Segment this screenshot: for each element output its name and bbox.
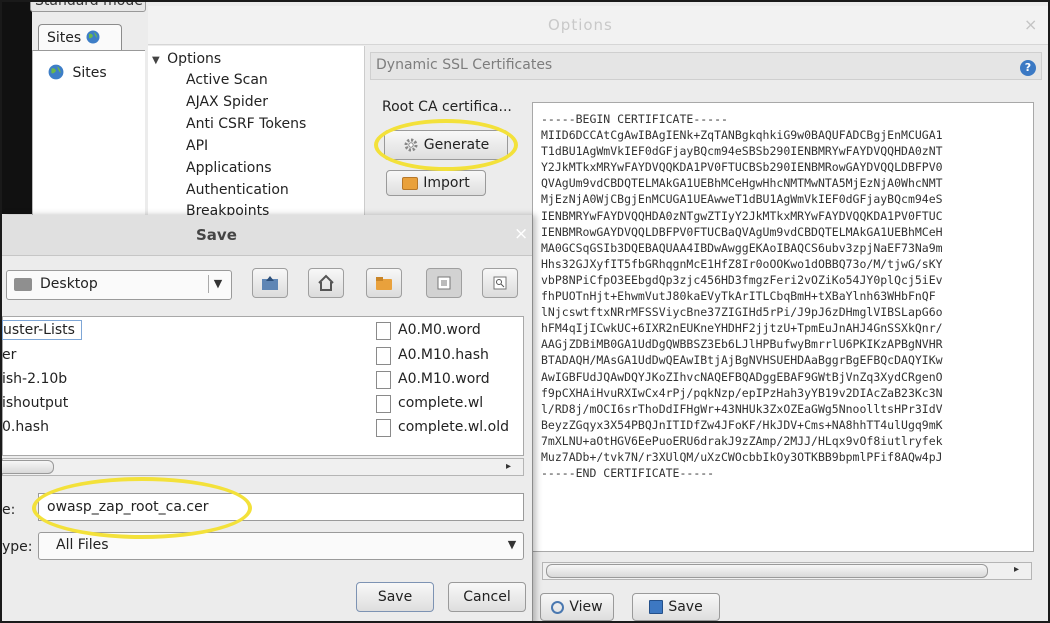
generate-label: Generate — [423, 137, 490, 153]
file-name-label: e: — [2, 502, 16, 518]
list-item[interactable]: complete.wl.old — [398, 419, 509, 435]
gear-icon — [404, 138, 418, 152]
chevron-down-icon[interactable]: ▼ — [208, 275, 227, 293]
details-view-icon — [493, 276, 507, 290]
file-icon — [376, 395, 391, 413]
list-view-icon — [437, 276, 451, 290]
left-edge-strip — [2, 2, 32, 214]
import-label: Import — [423, 175, 470, 191]
save-certificate-button[interactable]: Save — [632, 593, 720, 621]
home-button[interactable] — [308, 268, 344, 298]
tree-item-ajax-spider[interactable]: AJAX Spider — [186, 94, 268, 110]
floppy-disk-icon — [649, 600, 664, 614]
new-folder-icon — [376, 277, 392, 290]
home-icon — [318, 274, 334, 291]
scroll-right-arrow-icon[interactable]: ▸ — [1014, 564, 1019, 575]
tree-root-options[interactable]: ▼ Options — [152, 51, 221, 67]
import-button[interactable]: Import — [386, 170, 486, 196]
scroll-right-arrow-icon[interactable]: ▸ — [506, 461, 511, 472]
list-item[interactable]: A0.M0.word — [398, 322, 481, 338]
list-item[interactable]: uster-Lists — [2, 320, 82, 340]
certificate-scroll-thumb[interactable] — [546, 564, 988, 578]
save-certificate-label: Save — [668, 599, 703, 615]
import-icon — [402, 176, 419, 190]
tree-item-api[interactable]: API — [186, 138, 208, 154]
help-icon[interactable]: ? — [1020, 60, 1036, 76]
tree-item-applications[interactable]: Applications — [186, 160, 272, 176]
list-item[interactable]: er — [2, 347, 16, 363]
globe-icon — [86, 30, 100, 44]
generate-button[interactable]: Generate — [384, 130, 508, 160]
save-dialog-title-bar — [2, 215, 532, 256]
list-item[interactable]: A0.M10.hash — [398, 347, 489, 363]
file-icon — [376, 322, 391, 340]
list-item[interactable]: 0.hash — [2, 419, 49, 435]
list-item[interactable]: ish-2.10b — [2, 371, 67, 387]
file-name-input[interactable] — [38, 493, 524, 521]
window-frame: Standard mode Sites Sites Options × ▼ Op… — [0, 0, 1050, 623]
options-close-button[interactable]: × — [1024, 15, 1037, 34]
file-type-value: All Files — [56, 537, 109, 553]
list-item[interactable]: complete.wl — [398, 395, 483, 411]
tree-item-anti-csrf-tokens[interactable]: Anti CSRF Tokens — [186, 116, 306, 132]
certificate-text-area[interactable]: -----BEGIN CERTIFICATE----- MIID6DCCAtCg… — [532, 102, 1034, 552]
save-button-label: Save — [377, 589, 413, 605]
file-icon — [376, 347, 391, 365]
save-dialog-title: Save — [196, 226, 237, 244]
file-type-label: ype: — [2, 539, 33, 555]
panel-title: Dynamic SSL Certificates — [376, 57, 553, 73]
file-list-scroll-thumb[interactable] — [2, 460, 54, 474]
file-icon — [376, 371, 391, 389]
mode-select[interactable]: Standard mode — [30, 2, 146, 12]
magnifier-icon — [551, 600, 565, 614]
file-type-select[interactable] — [38, 532, 524, 560]
file-icon — [376, 419, 391, 437]
sites-tab-label: Sites — [47, 30, 82, 46]
globe-icon — [48, 64, 64, 80]
sites-tree-node[interactable]: Sites — [48, 64, 107, 81]
up-folder-button[interactable] — [252, 268, 288, 298]
sites-node-label: Sites — [72, 65, 107, 81]
directory-value: Desktop — [40, 276, 98, 292]
list-view-button[interactable] — [426, 268, 462, 298]
up-folder-icon — [262, 276, 278, 290]
options-title: Options — [548, 16, 613, 34]
cancel-button[interactable]: Cancel — [448, 582, 526, 612]
save-button[interactable]: Save — [356, 582, 434, 612]
file-list-horizontal-scrollbar[interactable] — [2, 458, 524, 476]
details-view-button[interactable] — [482, 268, 518, 298]
folder-icon — [14, 278, 32, 291]
tab-sites[interactable]: Sites — [38, 24, 122, 51]
chevron-down-icon[interactable]: ▼ — [504, 536, 520, 554]
new-folder-button[interactable] — [366, 268, 402, 298]
view-button[interactable]: View — [540, 593, 614, 621]
list-item[interactable]: A0.M10.word — [398, 371, 490, 387]
cancel-button-label: Cancel — [463, 589, 511, 605]
tree-item-authentication[interactable]: Authentication — [186, 182, 289, 198]
expand-arrow-icon[interactable]: ▼ — [152, 55, 160, 66]
tree-item-active-scan[interactable]: Active Scan — [186, 72, 268, 88]
view-label: View — [569, 599, 603, 615]
root-ca-label: Root CA certifica... — [382, 99, 512, 115]
tree-root-label: Options — [167, 51, 222, 67]
list-item[interactable]: ishoutput — [2, 395, 68, 411]
save-dialog-close-button[interactable]: × — [514, 224, 528, 244]
certificate-text: -----BEGIN CERTIFICATE----- MIID6DCCAtCg… — [541, 112, 943, 481]
